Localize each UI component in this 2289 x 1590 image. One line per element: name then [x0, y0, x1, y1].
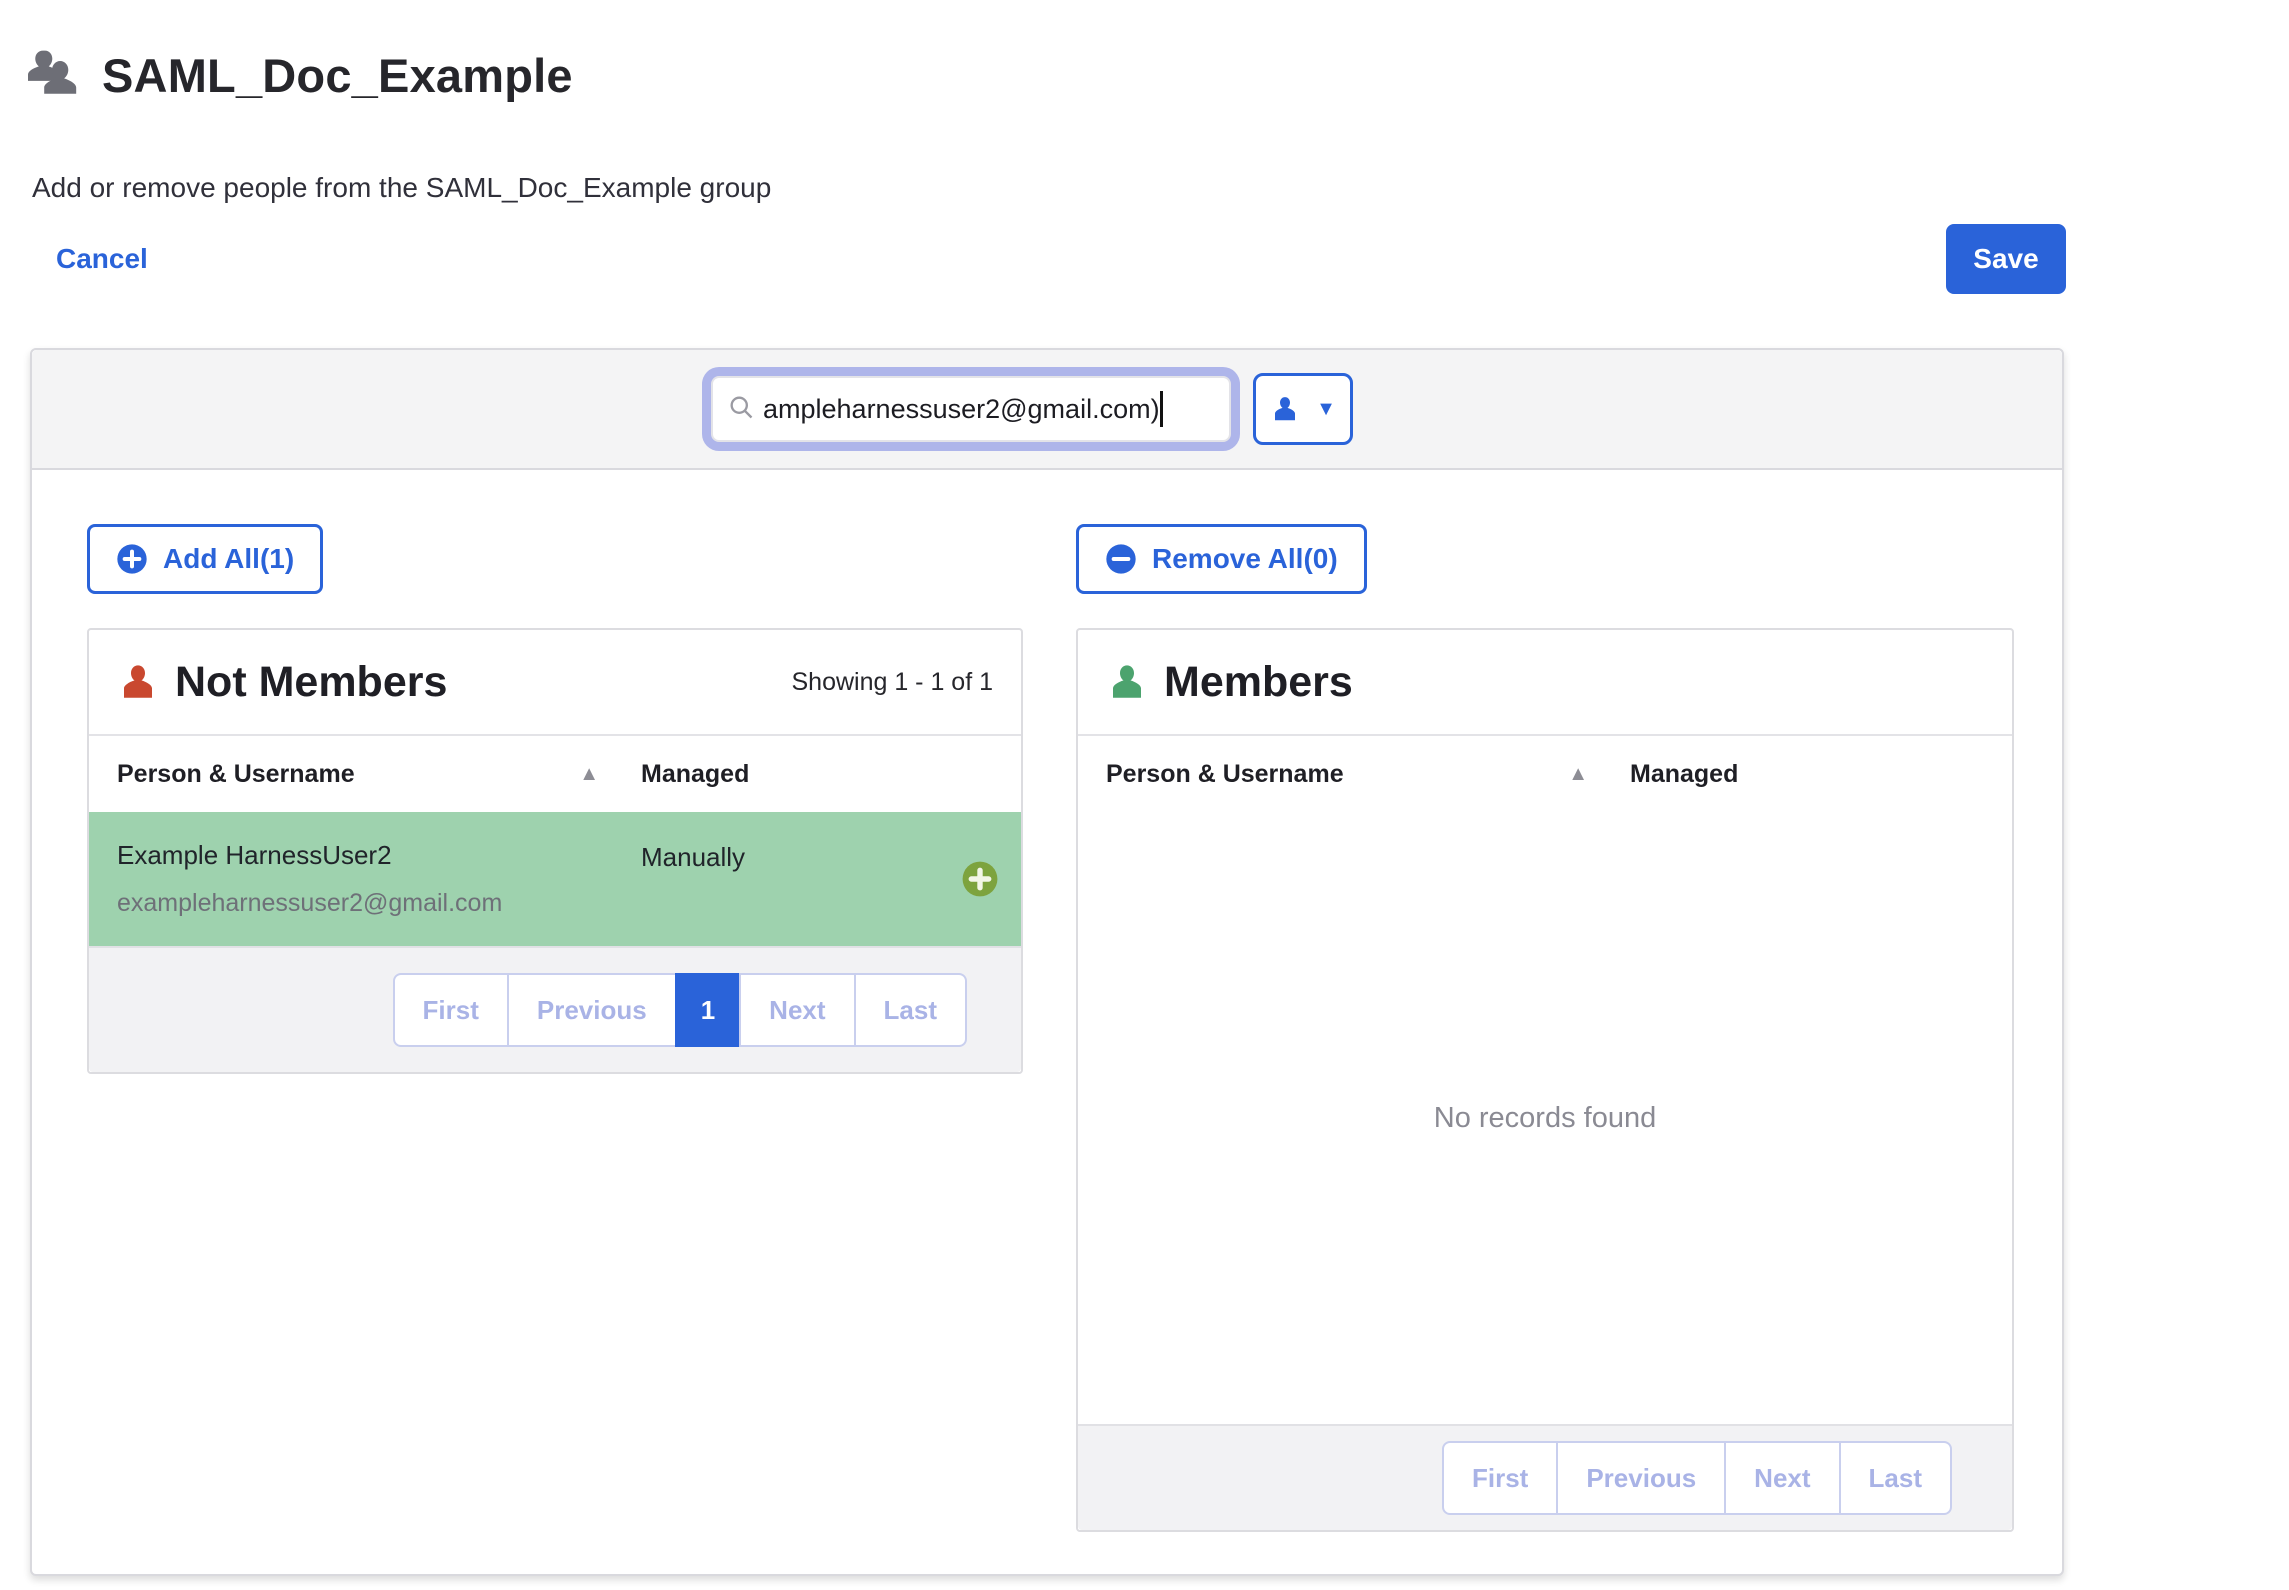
minus-circle-icon: [1105, 543, 1137, 575]
pagination-last-button[interactable]: Last: [1839, 1441, 1952, 1515]
not-members-header: Not Members Showing 1 - 1 of 1: [89, 630, 1021, 734]
not-members-pagination: First Previous 1 Next Last: [393, 973, 967, 1047]
row-managed-cell: Manually: [641, 840, 745, 873]
person-green-icon: [1106, 661, 1148, 703]
sort-asc-icon: ▲: [579, 763, 599, 786]
pagination-page-1-button[interactable]: 1: [675, 973, 741, 1047]
chevron-down-icon: ▼: [1316, 399, 1336, 419]
plus-circle-icon: [116, 543, 148, 575]
not-members-count: Showing 1 - 1 of 1: [791, 668, 993, 697]
remove-all-label: Remove All(0): [1152, 543, 1338, 575]
pagination-first-button[interactable]: First: [1442, 1441, 1558, 1515]
search-icon: [727, 393, 755, 426]
plus-circle-green-icon: [961, 860, 999, 898]
page-title: SAML_Doc_Example: [102, 48, 573, 103]
column-managed[interactable]: Managed: [1630, 760, 1984, 789]
row-person-username: exampleharnessuser2@gmail.com: [117, 889, 641, 918]
page-subtitle: Add or remove people from the SAML_Doc_E…: [32, 172, 771, 204]
members-pagination: First Previous Next Last: [1442, 1441, 1952, 1515]
search-input[interactable]: ampleharnessuser2@gmail.com): [711, 376, 1231, 442]
members-card: Members Person & Username ▲ Managed No r…: [1076, 628, 2014, 1532]
text-cursor: [1160, 391, 1163, 427]
pagination-previous-button[interactable]: Previous: [507, 973, 677, 1047]
search-input-value: ampleharnessuser2@gmail.com): [763, 394, 1160, 425]
not-members-title: Not Members: [175, 658, 447, 707]
add-all-button[interactable]: Add All(1): [87, 524, 323, 594]
add-all-label: Add All(1): [163, 543, 294, 575]
row-person-name: Example HarnessUser2: [117, 840, 641, 871]
group-icon: [28, 48, 82, 103]
pagination-last-button[interactable]: Last: [854, 973, 967, 1047]
remove-all-button[interactable]: Remove All(0): [1076, 524, 1367, 594]
pagination-next-button[interactable]: Next: [1724, 1441, 1840, 1515]
members-column-headers: Person & Username ▲ Managed: [1078, 734, 2012, 812]
cancel-link[interactable]: Cancel: [56, 243, 148, 275]
save-button[interactable]: Save: [1946, 224, 2066, 294]
add-user-button[interactable]: [961, 860, 999, 898]
not-members-footer: First Previous 1 Next Last: [89, 946, 1021, 1072]
person-icon: [1270, 394, 1300, 424]
column-managed[interactable]: Managed: [641, 760, 993, 789]
not-members-card: Not Members Showing 1 - 1 of 1 Person & …: [87, 628, 1023, 1074]
members-header: Members: [1078, 630, 2012, 734]
members-empty-state: No records found: [1078, 812, 2012, 1424]
person-red-icon: [117, 661, 159, 703]
page-header: SAML_Doc_Example: [28, 48, 573, 103]
not-members-column-headers: Person & Username ▲ Managed: [89, 734, 1021, 812]
column-person-username[interactable]: Person & Username ▲: [117, 760, 641, 789]
search-toolbar: ampleharnessuser2@gmail.com) ▼: [32, 350, 2062, 470]
group-membership-page: SAML_Doc_Example Add or remove people fr…: [0, 0, 2289, 1590]
column-person-username[interactable]: Person & Username ▲: [1106, 760, 1630, 789]
members-footer: First Previous Next Last: [1078, 1424, 2012, 1530]
pagination-next-button[interactable]: Next: [739, 973, 855, 1047]
membership-panel: ampleharnessuser2@gmail.com) ▼ Add All(1…: [30, 348, 2064, 1576]
pagination-first-button[interactable]: First: [393, 973, 509, 1047]
members-title: Members: [1164, 658, 1353, 707]
row-person-cell: Example HarnessUser2 exampleharnessuser2…: [117, 840, 641, 918]
pagination-previous-button[interactable]: Previous: [1556, 1441, 1726, 1515]
sort-asc-icon: ▲: [1568, 763, 1588, 786]
search-filter-dropdown[interactable]: ▼: [1253, 373, 1353, 445]
table-row[interactable]: Example HarnessUser2 exampleharnessuser2…: [89, 812, 1021, 946]
